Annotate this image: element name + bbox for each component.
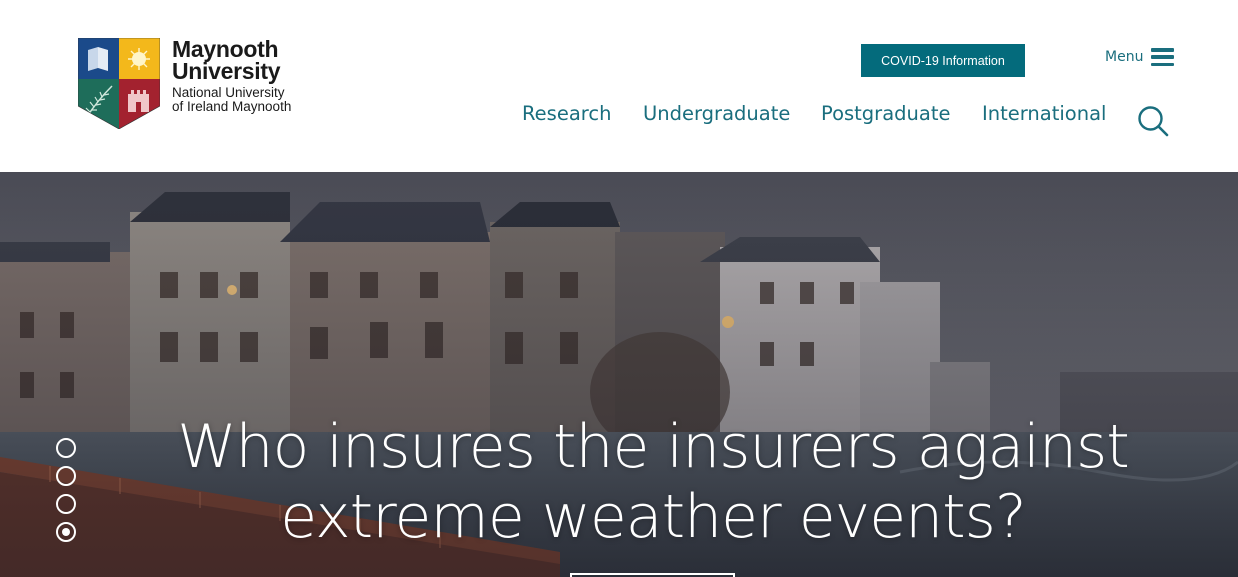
hero-cta-button[interactable] xyxy=(570,573,735,577)
nav-item-research[interactable]: Research xyxy=(522,102,643,125)
hero-headline-line1: Who insures the insurers against xyxy=(177,412,1130,482)
covid-info-button[interactable]: COVID-19 Information xyxy=(861,44,1025,77)
nav-item-international[interactable]: International xyxy=(982,102,1106,125)
slide-dot-2[interactable] xyxy=(56,466,76,486)
logo-subtitle-line2: of Ireland Maynooth xyxy=(172,99,292,114)
hero-headline: Who insures the insurers against extreme… xyxy=(0,412,1238,552)
university-logo[interactable]: Maynooth University National University … xyxy=(78,38,298,130)
slide-dot-1[interactable] xyxy=(56,438,76,458)
hamburger-icon xyxy=(1151,48,1175,66)
slide-dot-3[interactable] xyxy=(56,494,76,514)
hero-banner: Who insures the insurers against extreme… xyxy=(0,172,1238,577)
slide-dot-4[interactable] xyxy=(56,522,76,542)
logo-name-line2: University xyxy=(172,58,281,84)
nav-item-undergraduate[interactable]: Undergraduate xyxy=(643,102,821,125)
nav-item-postgraduate[interactable]: Postgraduate xyxy=(821,102,982,125)
main-nav: Research Undergraduate Postgraduate Inte… xyxy=(522,102,1106,125)
site-header: Maynooth University National University … xyxy=(0,0,1238,172)
search-icon[interactable] xyxy=(1137,105,1169,137)
hero-headline-line2: extreme weather events? xyxy=(280,482,1027,552)
crest-icon xyxy=(78,38,160,129)
logo-name-line1: Maynooth xyxy=(172,36,279,62)
menu-label: Menu xyxy=(1105,49,1144,65)
logo-text: Maynooth University National University … xyxy=(172,38,291,114)
slide-pagination xyxy=(56,438,76,542)
menu-button[interactable]: Menu xyxy=(1105,48,1175,66)
logo-subtitle-line1: National University xyxy=(172,85,285,100)
